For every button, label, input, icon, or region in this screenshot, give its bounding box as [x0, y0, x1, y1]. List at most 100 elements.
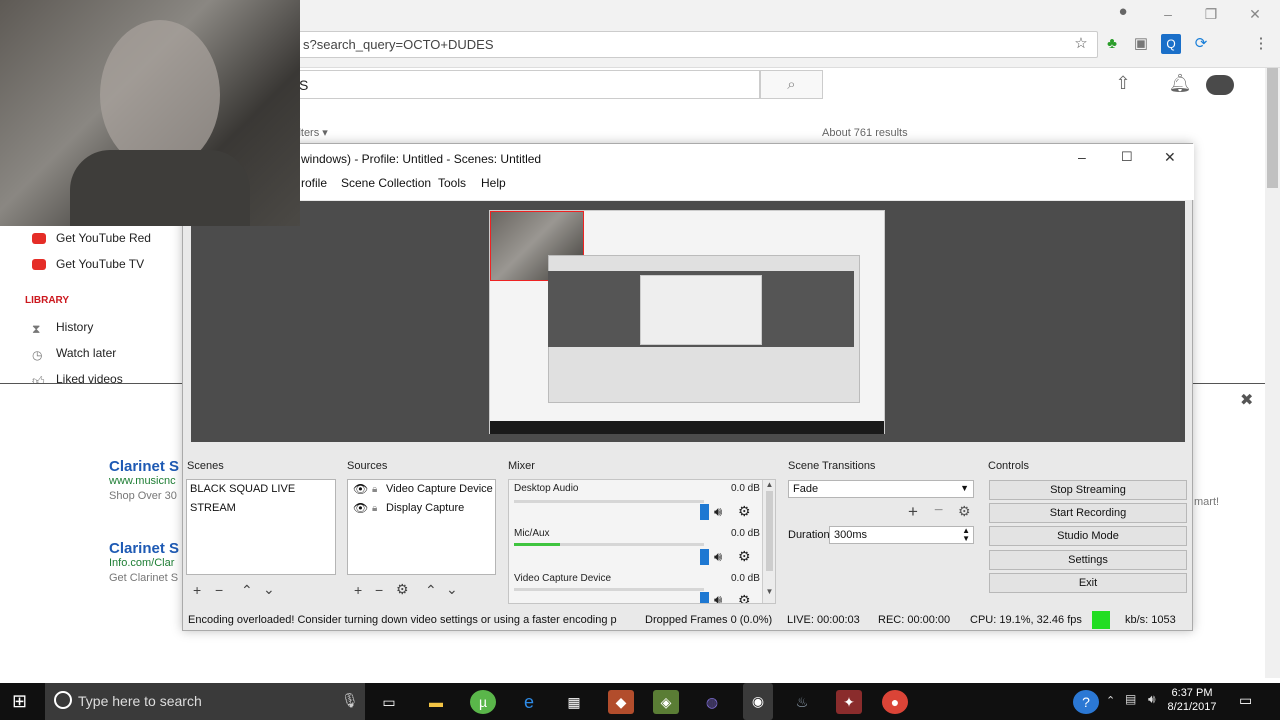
obs-minimize-button[interactable]: –	[1078, 149, 1086, 165]
address-bar[interactable]: s?search_query=OCTO+DUDES	[294, 31, 1098, 58]
close-button[interactable]: ✕	[1240, 4, 1270, 24]
task-view-icon[interactable]: ▭	[376, 690, 402, 714]
file-explorer-icon[interactable]: ▬	[423, 690, 449, 714]
obs-close-button[interactable]: ✕	[1164, 149, 1176, 166]
search-extension-icon[interactable]: Q	[1161, 34, 1181, 54]
sources-list[interactable]: 👁︎ 🔒︎ Video Capture Device 👁︎ 🔒︎ Display…	[347, 479, 496, 575]
mixer-scrollbar-thumb[interactable]	[766, 491, 773, 571]
speaker-icon[interactable]: 🔊︎	[714, 592, 722, 603]
scrollbar-thumb[interactable]	[1267, 68, 1278, 188]
ad-title[interactable]: Clarinet S	[109, 540, 184, 557]
add-source-button[interactable]: +	[354, 582, 362, 598]
windows-start-icon[interactable]: ⊞	[12, 691, 27, 712]
sidebar-item-liked-videos[interactable]: 👍︎ Liked videos	[32, 372, 123, 383]
speaker-icon[interactable]: 🔊︎	[714, 549, 722, 565]
add-transition-button[interactable]: +	[908, 502, 918, 522]
source-item[interactable]: 👁︎ 🔒︎ Display Capture	[348, 499, 495, 518]
obs-icon[interactable]: ◉	[743, 683, 773, 720]
ad-url[interactable]: Info.com/Clar	[109, 557, 184, 569]
scroll-down-icon[interactable]: ▼	[763, 587, 775, 596]
sidebar-item-youtube-red[interactable]: Get YouTube Red	[32, 231, 151, 251]
sidebar-item-watch-later[interactable]: ◷ Watch later	[32, 346, 116, 366]
store-icon[interactable]: ▦	[561, 690, 587, 714]
scene-up-button[interactable]: ⌃	[241, 582, 253, 599]
ad-url[interactable]: www.musicnc	[109, 475, 184, 487]
duration-input[interactable]: 300ms ▲ ▼	[829, 526, 974, 544]
close-icon[interactable]: ✖	[1240, 390, 1253, 410]
utorrent-icon[interactable]: µ	[470, 690, 496, 714]
scenes-list[interactable]: BLACK SQUAD LIVE STREAM	[186, 479, 336, 575]
source-item[interactable]: 👁︎ 🔒︎ Video Capture Device	[348, 480, 495, 499]
studio-mode-button[interactable]: Studio Mode	[989, 526, 1187, 546]
avatar[interactable]	[1206, 75, 1234, 95]
gear-icon[interactable]: ⚙	[738, 592, 751, 603]
scene-down-button[interactable]: ⌄	[263, 581, 275, 598]
menu-scene-collection[interactable]: Scene Collection	[341, 176, 431, 190]
ad-title[interactable]: Clarinet S	[109, 458, 184, 475]
help-icon[interactable]: ?	[1073, 690, 1099, 714]
volume-icon[interactable]: 🔊︎	[1148, 692, 1156, 707]
transition-select[interactable]: Fade ▼	[788, 480, 974, 498]
taskbar-search[interactable]: Type here to search 🎙︎	[45, 683, 365, 720]
speaker-icon[interactable]: 🔊︎	[714, 504, 722, 520]
mixer-scrollbar[interactable]: ▲ ▼	[762, 480, 775, 603]
volume-slider[interactable]	[700, 504, 709, 520]
eye-icon[interactable]: 👁︎	[353, 499, 368, 518]
menu-icon[interactable]: ⋮	[1251, 34, 1271, 54]
remove-scene-button[interactable]: −	[215, 582, 223, 598]
network-icon[interactable]: ▤	[1125, 692, 1136, 706]
obs-maximize-button[interactable]: ☐	[1121, 149, 1133, 165]
remove-source-button[interactable]: −	[375, 582, 383, 598]
source-properties-gear-icon[interactable]: ⚙	[396, 581, 409, 598]
lock-icon[interactable]: 🔒︎	[372, 480, 377, 499]
taskbar-clock[interactable]: 6:37 PM 8/21/2017	[1164, 686, 1220, 714]
stepper-icon[interactable]: ▲ ▼	[962, 527, 970, 543]
youtube-search-input[interactable]: S	[294, 70, 760, 99]
bookmark-star-icon[interactable]: ☆	[1071, 34, 1091, 54]
steam-icon[interactable]: ♨	[789, 690, 815, 714]
list-item[interactable]: Clarinet S Info.com/Clar Get Clarinet S	[109, 540, 184, 584]
menu-profile[interactable]: rofile	[301, 176, 327, 190]
scroll-up-icon[interactable]: ▲	[763, 480, 775, 489]
volume-slider[interactable]	[700, 549, 709, 565]
sidebar-item-history[interactable]: ⧗ History	[32, 320, 93, 340]
lock-icon[interactable]: 🔒︎	[372, 499, 377, 518]
preview-canvas[interactable]	[489, 210, 885, 434]
app-icon[interactable]: ◈	[653, 690, 679, 714]
discord-icon[interactable]: ◍	[699, 690, 725, 714]
source-down-button[interactable]: ⌄	[446, 581, 458, 598]
remove-transition-button[interactable]: −	[934, 502, 943, 520]
sync-extension-icon[interactable]: ⟳	[1191, 34, 1211, 54]
sidebar-item-youtube-tv[interactable]: Get YouTube TV	[32, 257, 144, 277]
stop-streaming-button[interactable]: Stop Streaming	[989, 480, 1187, 500]
upload-icon[interactable]: ⇧	[1110, 73, 1136, 97]
gear-icon[interactable]: ⚙	[738, 548, 751, 565]
volume-slider[interactable]	[700, 592, 709, 603]
chrome-icon[interactable]: ●	[882, 690, 908, 714]
black-squad-icon[interactable]: ✦	[836, 690, 862, 714]
account-icon[interactable]: ●	[1108, 2, 1138, 22]
minimize-button[interactable]: –	[1153, 4, 1183, 24]
gear-icon[interactable]: ⚙	[738, 503, 751, 520]
game-app-icon[interactable]: ◆	[608, 690, 634, 714]
source-up-button[interactable]: ⌃	[425, 582, 437, 599]
list-item[interactable]: Clarinet S www.musicnc Shop Over 30	[109, 458, 184, 502]
chevron-up-icon[interactable]: ⌃	[1106, 694, 1115, 707]
extension-icon[interactable]: ♣	[1102, 34, 1122, 54]
filters-button[interactable]: ilters ▾	[296, 126, 328, 139]
camera-extension-icon[interactable]: ▣	[1131, 34, 1151, 54]
notifications-bell-icon[interactable]: 🔔︎	[1167, 73, 1193, 97]
menu-help[interactable]: Help	[481, 176, 506, 190]
start-recording-button[interactable]: Start Recording	[989, 503, 1187, 523]
settings-button[interactable]: Settings	[989, 550, 1187, 570]
edge-icon[interactable]: e	[516, 690, 542, 714]
action-center-icon[interactable]: ▭	[1239, 692, 1252, 709]
restore-button[interactable]: ❐	[1196, 4, 1226, 24]
search-icon[interactable]: ⌕	[760, 70, 823, 99]
menu-tools[interactable]: Tools	[438, 176, 466, 190]
eye-icon[interactable]: 👁︎	[353, 480, 368, 499]
microphone-icon[interactable]: 🎙︎	[341, 692, 359, 709]
scene-item[interactable]: BLACK SQUAD LIVE STREAM	[187, 480, 335, 514]
add-scene-button[interactable]: +	[193, 582, 201, 598]
exit-button[interactable]: Exit	[989, 573, 1187, 593]
